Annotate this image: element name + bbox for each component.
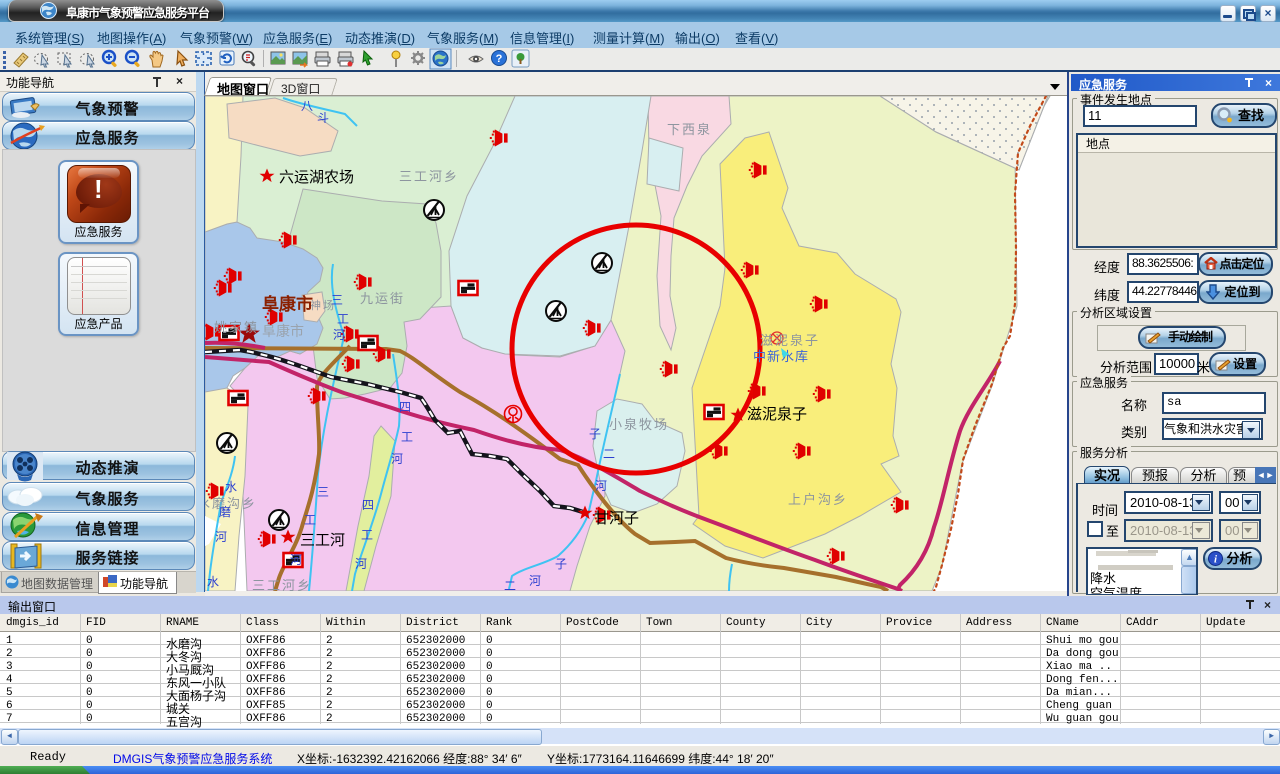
svg-text:水: 水 bbox=[225, 480, 237, 494]
svg-text:小泉牧场: 小泉牧场 bbox=[609, 417, 669, 432]
svg-text:二: 二 bbox=[504, 579, 516, 591]
svg-text:八: 八 bbox=[301, 99, 313, 113]
svg-text:水: 水 bbox=[207, 575, 219, 589]
svg-text:河: 河 bbox=[391, 452, 403, 466]
svg-text:三: 三 bbox=[331, 293, 343, 307]
svg-text:姚家镇: 姚家镇 bbox=[214, 320, 259, 335]
svg-text:三工河: 三工河 bbox=[300, 532, 345, 549]
svg-text:阜康市: 阜康市 bbox=[262, 294, 313, 314]
svg-text:?: ? bbox=[496, 53, 503, 65]
svg-text:二: 二 bbox=[603, 447, 615, 461]
svg-text:四: 四 bbox=[362, 498, 374, 512]
svg-text:上户沟乡: 上户沟乡 bbox=[788, 492, 848, 507]
svg-text:甘河子: 甘河子 bbox=[594, 510, 639, 527]
svg-text:河: 河 bbox=[215, 530, 227, 544]
svg-text:工: 工 bbox=[361, 528, 373, 542]
svg-text:子: 子 bbox=[555, 557, 567, 571]
svg-text:下西泉: 下西泉 bbox=[667, 122, 712, 137]
svg-text:九运街: 九运街 bbox=[360, 291, 405, 306]
svg-text:滋泥泉子: 滋泥泉子 bbox=[760, 333, 820, 348]
svg-text:阜康市: 阜康市 bbox=[262, 323, 304, 339]
svg-text:工: 工 bbox=[337, 312, 349, 326]
svg-text:工: 工 bbox=[304, 513, 316, 527]
svg-text:三: 三 bbox=[317, 485, 329, 499]
svg-text:中新水库: 中新水库 bbox=[753, 349, 809, 364]
svg-text:河: 河 bbox=[290, 553, 302, 567]
svg-text:磨: 磨 bbox=[219, 505, 231, 519]
svg-text:河: 河 bbox=[355, 557, 367, 571]
svg-text:河: 河 bbox=[529, 574, 541, 588]
svg-text:三工河乡: 三工河乡 bbox=[252, 578, 312, 591]
svg-text:四: 四 bbox=[399, 400, 411, 414]
svg-text:子: 子 bbox=[589, 427, 601, 441]
svg-text:三工河乡: 三工河乡 bbox=[399, 169, 459, 184]
svg-text:河: 河 bbox=[333, 328, 345, 342]
svg-text:工: 工 bbox=[401, 430, 413, 444]
svg-text:斗: 斗 bbox=[317, 111, 329, 125]
svg-text:滋泥泉子: 滋泥泉子 bbox=[747, 406, 807, 423]
svg-text:河: 河 bbox=[595, 479, 607, 493]
svg-text:六运湖农场: 六运湖农场 bbox=[279, 169, 354, 186]
